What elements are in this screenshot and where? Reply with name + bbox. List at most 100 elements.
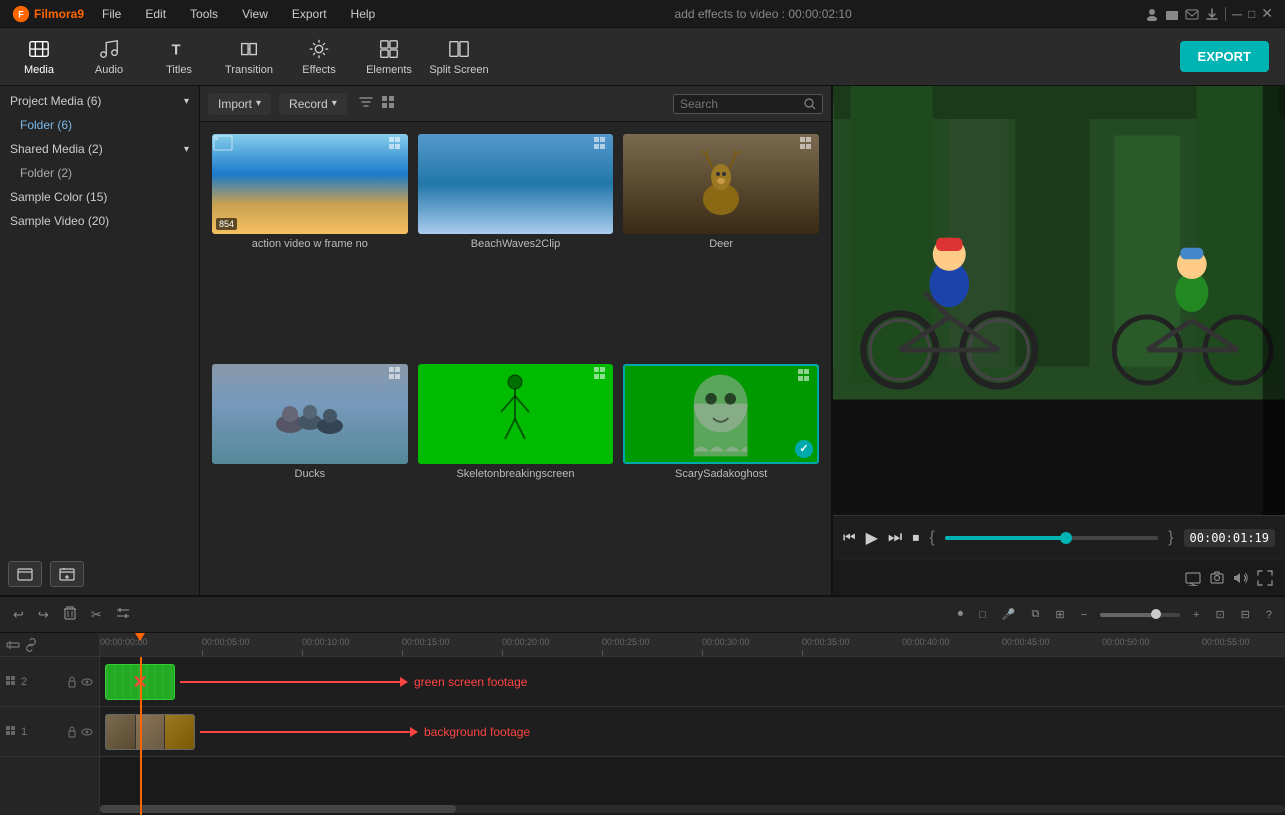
tool-split-screen[interactable]: Split Screen [424, 31, 494, 83]
tool-media[interactable]: Media [4, 31, 74, 83]
add-folder-btn[interactable] [8, 561, 42, 587]
mic-button[interactable]: 🎤 [997, 605, 1021, 624]
background-annotation: background footage [200, 725, 530, 739]
menu-export[interactable]: Export [286, 5, 333, 23]
menu-help[interactable]: Help [345, 5, 382, 23]
skip-to-start-button[interactable]: ⏮ [843, 529, 856, 546]
track-1-controls [66, 726, 93, 738]
title-bar: F Filmora9 File Edit Tools View Export H… [0, 0, 1285, 28]
add-clip-button[interactable]: ⊞ [1050, 605, 1069, 624]
shared-media-item[interactable]: Shared Media (2) ▾ [0, 137, 199, 161]
timeline-body: 2 1 00:00:00:00 00: [0, 633, 1285, 815]
import-button[interactable]: Import ▾ [208, 93, 271, 115]
eye-icon-track1[interactable] [81, 726, 93, 738]
zoom-slider[interactable] [1100, 613, 1180, 617]
filter-icon [359, 95, 373, 109]
progress-handle[interactable] [1060, 532, 1072, 544]
lock-icon-track1[interactable] [66, 726, 78, 738]
eye-icon-track2[interactable] [81, 676, 93, 688]
list-item[interactable]: Ducks [212, 364, 408, 584]
zoom-out-button[interactable]: − [1076, 606, 1092, 624]
list-item[interactable]: BeachWaves2Clip [418, 134, 614, 354]
track-grid-icon [6, 676, 18, 688]
close-btn[interactable]: ✕ [1261, 5, 1273, 22]
track-header-2: 2 [0, 657, 99, 707]
tool-audio[interactable]: Audio [74, 31, 144, 83]
minimize-btn[interactable]: ─ [1232, 6, 1242, 22]
fit-timeline-button[interactable]: ⊡ [1210, 605, 1229, 624]
media-thumbnail [212, 364, 408, 464]
sample-video-item[interactable]: Sample Video (20) [0, 209, 199, 233]
app-title: add effects to video : 00:00:02:10 [675, 7, 852, 21]
media-thumbnail: 854 [212, 134, 408, 234]
snap-icon[interactable] [6, 638, 20, 652]
maximize-btn[interactable]: □ [1248, 7, 1255, 21]
add-media-btn[interactable] [50, 561, 84, 587]
menu-tools[interactable]: Tools [184, 5, 224, 23]
menu-edit[interactable]: Edit [139, 5, 172, 23]
media-thumbnail [623, 134, 819, 234]
list-item[interactable]: Skeletonbreakingscreen [418, 364, 614, 584]
tool-elements[interactable]: Elements [354, 31, 424, 83]
record-button[interactable]: Record ▾ [279, 93, 347, 115]
redo-button[interactable]: ↪ [33, 604, 54, 626]
pip-button[interactable]: ⧉ [1026, 605, 1044, 624]
zoom-handle[interactable] [1151, 609, 1161, 619]
zoom-in-button[interactable]: + [1188, 606, 1204, 624]
selected-check-icon: ✓ [795, 440, 813, 458]
menu-file[interactable]: File [96, 5, 127, 23]
ghost-illustration [644, 370, 797, 456]
snapshot-tl-button[interactable]: □ [974, 606, 991, 624]
track-grid-icon [6, 726, 18, 738]
export-button[interactable]: EXPORT [1180, 41, 1269, 72]
download-icon[interactable] [1205, 7, 1219, 21]
split-view-button[interactable]: ⊟ [1236, 605, 1255, 624]
play-button[interactable]: ▶ [866, 528, 878, 548]
grid-view-button[interactable] [381, 95, 395, 112]
filter-button[interactable] [359, 95, 373, 112]
preview-tools-bar [833, 559, 1285, 595]
volume-icon[interactable] [1233, 570, 1249, 586]
list-item[interactable]: Deer [623, 134, 819, 354]
link-icon[interactable] [24, 638, 38, 652]
timeline-settings-icon [116, 606, 130, 620]
project-media-item[interactable]: Project Media (6) ▾ [0, 86, 199, 113]
undo-button[interactable]: ↩ [8, 604, 29, 626]
lock-icon-track2[interactable] [66, 676, 78, 688]
grid-view-icon [381, 95, 395, 109]
media-name: ScarySadakoghost [623, 468, 819, 480]
search-input[interactable] [680, 97, 800, 111]
list-item[interactable]: 854 action video w frame no [212, 134, 408, 354]
bracket-right-icon[interactable]: } [1168, 529, 1173, 547]
timeline-scrollbar[interactable] [100, 805, 1285, 813]
media-thumbnail [418, 134, 614, 234]
tool-effects[interactable]: Effects [284, 31, 354, 83]
fullscreen-icon[interactable] [1257, 570, 1273, 586]
ruler-spacer [0, 633, 99, 657]
fast-forward-button[interactable]: ⏭ [888, 529, 902, 547]
help-tl-button[interactable]: ? [1261, 606, 1277, 624]
settings-button[interactable] [111, 603, 135, 626]
progress-bar[interactable] [945, 536, 1159, 540]
delete-button[interactable] [58, 603, 82, 626]
stop-button[interactable]: ⏹ [912, 529, 919, 546]
sample-color-item[interactable]: Sample Color (15) [0, 185, 199, 209]
user-icon[interactable] [1145, 7, 1159, 21]
menu-view[interactable]: View [236, 5, 274, 23]
cut-button[interactable]: ✂ [86, 604, 107, 626]
record-tl-button[interactable]: ⏺ [953, 605, 969, 624]
ducks-illustration [270, 384, 350, 444]
shared-folder-item[interactable]: Folder (2) [0, 161, 199, 185]
folder-icon[interactable] [1165, 7, 1179, 21]
tool-transition[interactable]: Transition [214, 31, 284, 83]
folder-item[interactable]: Folder (6) [0, 113, 199, 137]
tool-titles[interactable]: T Titles [144, 31, 214, 83]
mail-icon[interactable] [1185, 7, 1199, 21]
track-clip-bg[interactable] [105, 714, 195, 750]
track-area: ✕ green screen footage [100, 657, 1285, 815]
bracket-left-icon[interactable]: { [929, 529, 934, 547]
add-media-icon [59, 566, 75, 582]
screen-size-icon[interactable] [1185, 570, 1201, 586]
snapshot-icon[interactable] [1209, 570, 1225, 586]
list-item[interactable]: ✓ ScarySadakoghost [623, 364, 819, 584]
